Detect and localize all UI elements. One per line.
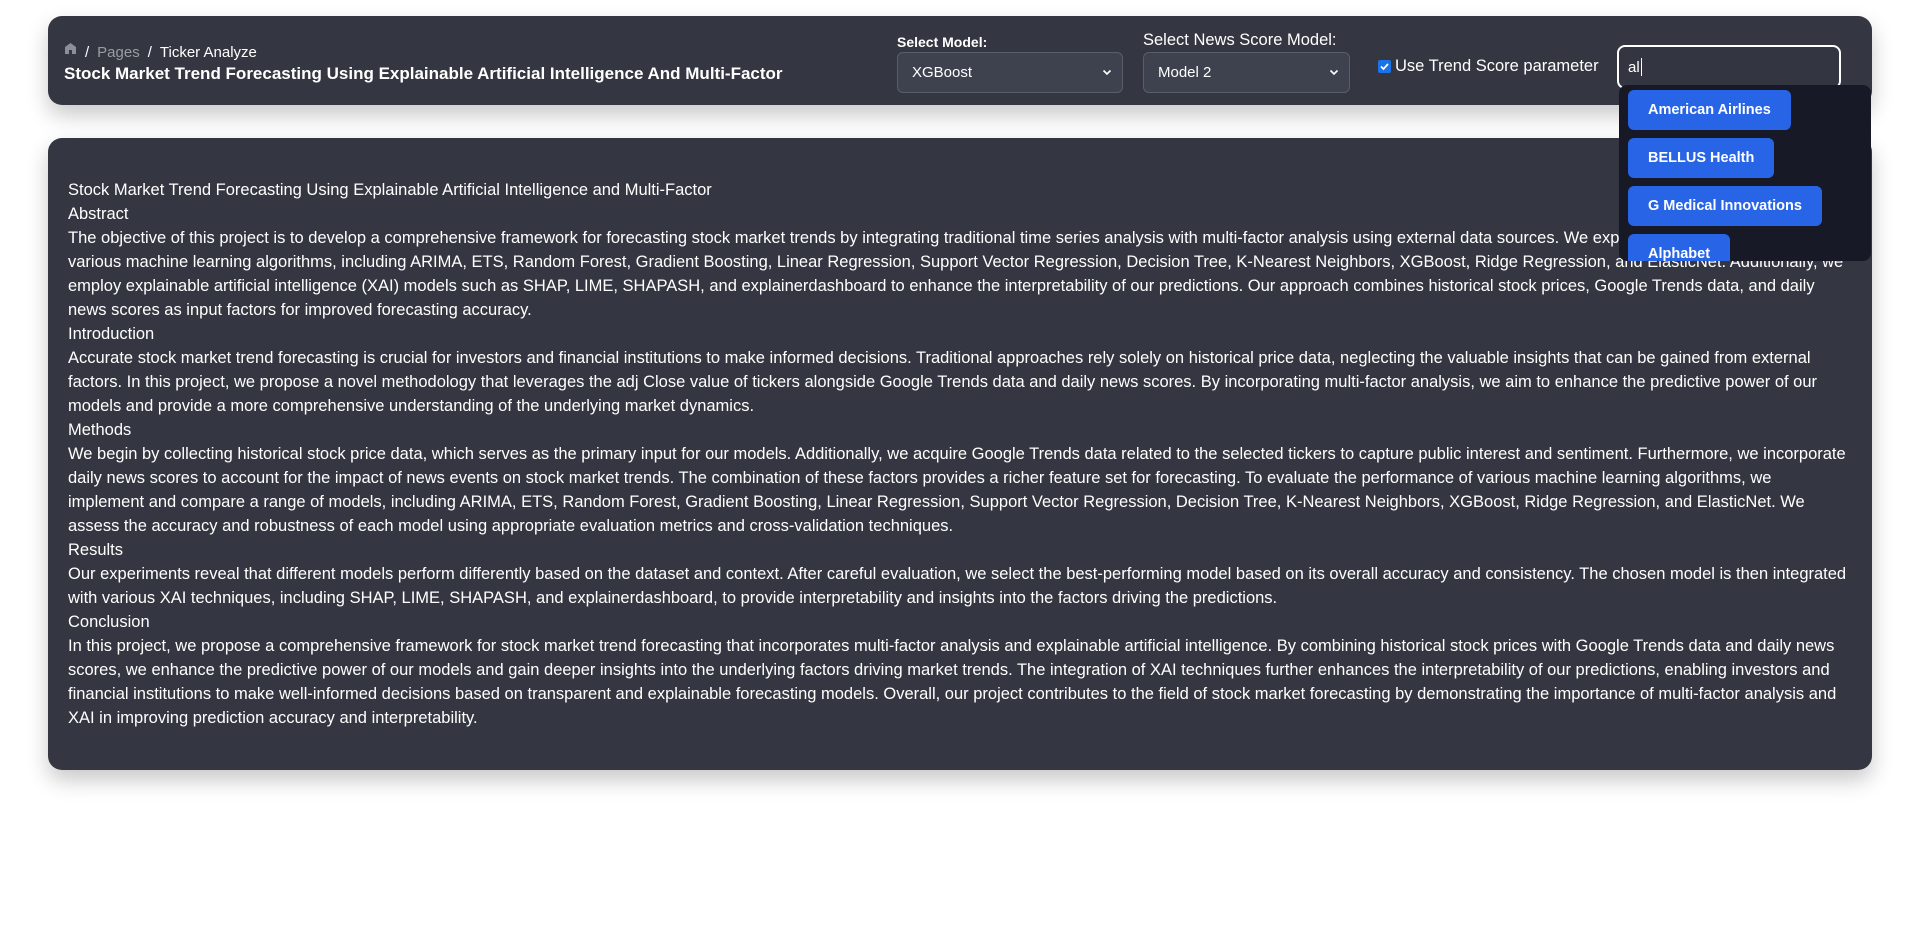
ticker-search-value: al — [1628, 58, 1640, 76]
suggestion-item[interactable]: Alphabet — [1628, 234, 1731, 261]
ticker-search-input[interactable]: al — [1617, 45, 1841, 89]
introduction-text: Accurate stock market trend forecasting … — [68, 349, 1818, 415]
introduction-heading: Introduction — [68, 325, 155, 343]
ticker-suggestions-dropdown: American Airlines BELLUS Health G Medica… — [1619, 85, 1871, 261]
methods-text: We begin by collecting historical stock … — [68, 445, 1846, 535]
chevron-down-icon — [1329, 69, 1339, 76]
breadcrumb-pages[interactable]: Pages — [97, 44, 140, 61]
article-panel: Stock Market Trend Forecasting Using Exp… — [48, 138, 1872, 770]
checkmark-icon — [1380, 63, 1389, 71]
abstract-text: The objective of this project is to deve… — [68, 229, 1844, 319]
page-title: Stock Market Trend Forecasting Using Exp… — [64, 64, 783, 83]
model-select-value: XGBoost — [912, 64, 973, 81]
home-icon[interactable] — [64, 42, 77, 55]
results-heading: Results — [68, 541, 124, 559]
suggestion-item[interactable]: American Airlines — [1628, 90, 1791, 130]
model-select[interactable]: XGBoost — [897, 52, 1123, 93]
suggestion-item[interactable]: BELLUS Health — [1628, 138, 1775, 178]
trend-score-checkbox[interactable] — [1378, 60, 1391, 73]
breadcrumb-current: Ticker Analyze — [159, 43, 257, 61]
trend-score-label: Use Trend Score parameter — [1395, 57, 1599, 75]
suggestion-item[interactable]: G Medical Innovations — [1628, 186, 1822, 226]
breadcrumb: / Pages / Ticker Analyze — [64, 42, 257, 62]
breadcrumb-separator: / — [147, 43, 152, 61]
trend-score-toggle[interactable]: Use Trend Score parameter — [1378, 57, 1599, 76]
text-caret — [1640, 58, 1642, 76]
results-text: Our experiments reveal that different mo… — [68, 565, 1847, 607]
methods-heading: Methods — [68, 421, 132, 439]
model-select-label: Select Model: — [897, 34, 988, 50]
abstract-heading: Abstract — [68, 205, 129, 223]
breadcrumb-separator: / — [85, 43, 90, 61]
news-model-select-value: Model 2 — [1158, 64, 1212, 81]
article-title: Stock Market Trend Forecasting Using Exp… — [68, 181, 712, 199]
news-model-select-label: Select News Score Model: — [1143, 31, 1337, 49]
conclusion-heading: Conclusion — [68, 613, 150, 631]
conclusion-text: In this project, we propose a comprehens… — [68, 637, 1837, 727]
news-model-select[interactable]: Model 2 — [1143, 52, 1350, 93]
chevron-down-icon — [1102, 69, 1112, 76]
